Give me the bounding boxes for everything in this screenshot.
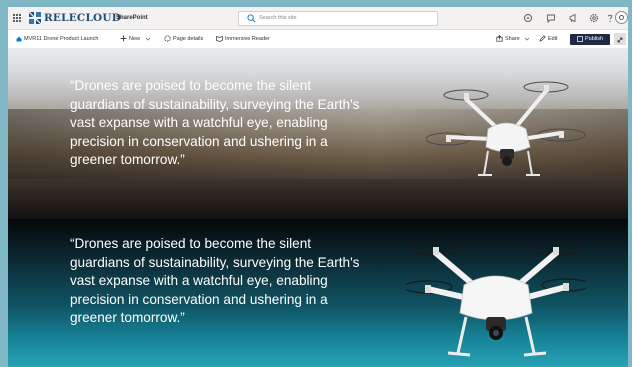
help-icon[interactable] (605, 13, 615, 23)
home-icon (16, 36, 22, 42)
relecloud-logo-icon (28, 11, 42, 25)
chevron-down-icon (145, 37, 150, 41)
new-label: New (129, 36, 141, 42)
search-box[interactable] (238, 11, 438, 26)
app-launcher-icon[interactable] (13, 14, 21, 22)
immersive-reader-button[interactable]: Immersive Reader (216, 34, 270, 44)
immersive-reader-label: Immersive Reader (225, 36, 270, 42)
megaphone-icon[interactable] (568, 13, 578, 23)
user-avatar[interactable] (615, 11, 628, 24)
publish-button[interactable]: Publish (570, 34, 610, 45)
immersive-reader-icon (216, 36, 223, 42)
page-details-button[interactable]: Page details (164, 34, 203, 44)
hero-quote-top: “Drones are poised to become the silent … (70, 78, 360, 167)
sync-icon[interactable] (523, 13, 533, 23)
expand-icon (617, 37, 623, 43)
search-input[interactable] (259, 13, 429, 23)
chat-icon[interactable] (546, 13, 556, 23)
new-button[interactable]: New (120, 34, 153, 44)
edit-button[interactable]: Edit (539, 34, 557, 44)
hero-quote-bottom: “Drones are poised to become the silent … (70, 236, 360, 325)
page-name-button[interactable]: MVR11 Drone Product Launch (16, 34, 99, 44)
settings-gear-icon[interactable] (589, 13, 599, 23)
drone-image-top (426, 81, 586, 176)
share-label: Share (505, 36, 520, 42)
page-name-label: MVR11 Drone Product Launch (24, 36, 99, 42)
publish-icon (577, 35, 583, 42)
expand-button[interactable] (614, 33, 626, 45)
search-icon (247, 14, 256, 23)
settings-gear-icon (164, 35, 171, 42)
brand-name[interactable]: RELECLOUD (44, 11, 121, 25)
page-details-label: Page details (173, 36, 204, 42)
share-button[interactable]: Share (496, 34, 532, 44)
suite-bar: RELECLOUD SharePoint (8, 7, 628, 30)
plus-icon (120, 35, 127, 42)
share-icon (496, 35, 503, 42)
publish-label: Publish (584, 36, 604, 42)
drone-image-bottom (406, 242, 586, 357)
app-name[interactable]: SharePoint (116, 13, 148, 23)
edit-label: Edit (548, 36, 558, 42)
sharepoint-window: RELECLOUD SharePoint Search this site MV… (8, 7, 628, 367)
command-bar: MVR11 Drone Product Launch New Page deta… (8, 30, 628, 49)
chevron-down-icon (524, 37, 530, 41)
pencil-icon (539, 35, 546, 42)
